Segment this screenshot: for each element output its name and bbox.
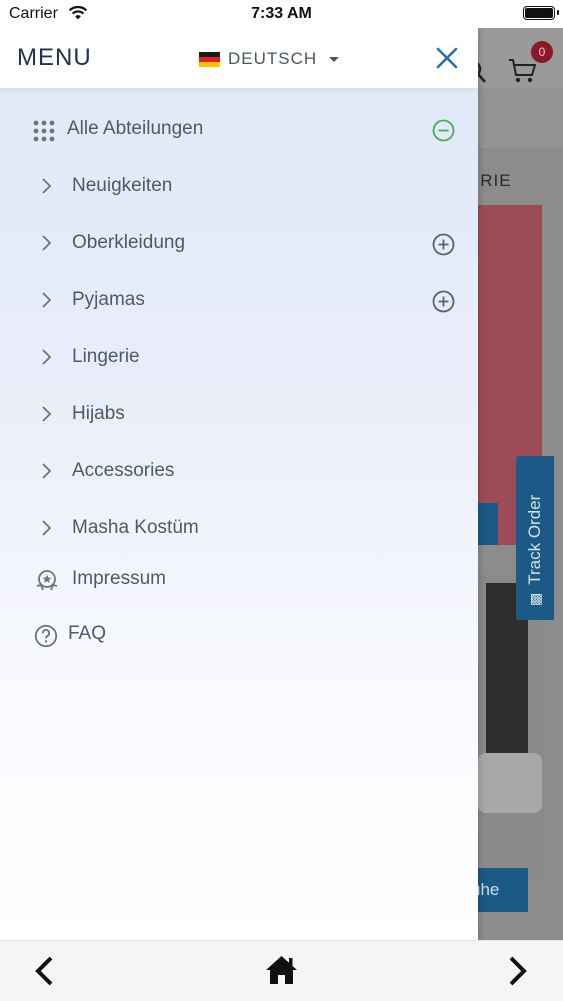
forward-arrow-icon[interactable] bbox=[506, 955, 530, 987]
menu-item-neuigkeiten[interactable]: Neuigkeiten bbox=[0, 165, 478, 209]
grid-icon bbox=[33, 120, 55, 142]
bg-shop-button: uhe bbox=[471, 868, 528, 912]
menu-item-oberkleidung[interactable]: Oberkleidung bbox=[0, 222, 478, 266]
chevron-right-icon bbox=[42, 406, 51, 422]
chevron-right-icon bbox=[42, 292, 51, 308]
bottom-toolbar bbox=[0, 940, 563, 1001]
cart-count-badge: 0 bbox=[531, 41, 553, 63]
close-icon[interactable] bbox=[436, 47, 458, 69]
menu-item-label: Lingerie bbox=[72, 346, 140, 367]
language-label: DEUTSCH bbox=[228, 49, 318, 68]
menu-item-label: FAQ bbox=[68, 623, 107, 644]
status-bar: Carrier 7:33 AM bbox=[0, 0, 563, 28]
back-arrow-icon[interactable] bbox=[32, 955, 56, 987]
collapse-minus-icon[interactable] bbox=[432, 119, 455, 142]
menu-item-label: Impressum bbox=[72, 568, 166, 589]
bg-image-detail-shoe bbox=[478, 753, 542, 813]
award-badge-icon bbox=[36, 570, 58, 591]
side-menu-drawer: MENU DEUTSCH Alle Abteilungen Neuigkeite… bbox=[0, 28, 478, 940]
menu-item-label: Neuigkeiten bbox=[72, 175, 173, 196]
chevron-right-icon bbox=[42, 178, 51, 194]
chevron-down-icon bbox=[329, 56, 340, 62]
menu-item-label: Pyjamas bbox=[72, 289, 145, 310]
track-order-label: Track Order bbox=[525, 494, 544, 585]
menu-item-label: Hijabs bbox=[72, 403, 125, 424]
home-icon[interactable] bbox=[265, 955, 298, 985]
menu-item-masha-kostuem[interactable]: Masha Kostüm bbox=[0, 507, 478, 551]
drawer-header: MENU DEUTSCH bbox=[0, 28, 478, 88]
bg-button bbox=[478, 503, 498, 545]
menu-item-impressum[interactable]: Impressum bbox=[0, 559, 478, 603]
chevron-right-icon bbox=[42, 463, 51, 479]
chevron-right-icon bbox=[42, 520, 51, 536]
help-circle-icon bbox=[34, 624, 58, 648]
chevron-right-icon bbox=[42, 349, 51, 365]
menu-item-faq[interactable]: FAQ bbox=[0, 614, 478, 658]
clock: 7:33 AM bbox=[251, 5, 312, 22]
menu-item-accessories[interactable]: Accessories bbox=[0, 450, 478, 494]
menu-item-all-departments[interactable]: Alle Abteilungen bbox=[0, 108, 478, 152]
menu-item-label: Masha Kostüm bbox=[72, 517, 199, 538]
cart-icon[interactable] bbox=[508, 58, 536, 84]
german-flag-icon bbox=[199, 51, 220, 67]
truck-icon: ▩ bbox=[527, 592, 543, 606]
bg-nav-bar bbox=[478, 88, 563, 148]
menu-item-label: Accessories bbox=[72, 460, 175, 481]
expand-plus-icon[interactable] bbox=[432, 290, 455, 313]
menu-item-label: Alle Abteilungen bbox=[67, 118, 204, 139]
chevron-right-icon bbox=[42, 235, 51, 251]
menu-item-label: Oberkleidung bbox=[72, 232, 186, 253]
battery-icon bbox=[523, 6, 559, 20]
menu-item-lingerie[interactable]: Lingerie bbox=[0, 336, 478, 380]
expand-plus-icon[interactable] bbox=[432, 233, 455, 256]
menu-item-pyjamas[interactable]: Pyjamas bbox=[0, 279, 478, 323]
track-order-tab[interactable]: ▩ Track Order bbox=[516, 456, 554, 620]
language-selector[interactable]: DEUTSCH bbox=[199, 49, 340, 69]
menu-title: MENU bbox=[17, 44, 92, 71]
menu-item-hijabs[interactable]: Hijabs bbox=[0, 393, 478, 437]
